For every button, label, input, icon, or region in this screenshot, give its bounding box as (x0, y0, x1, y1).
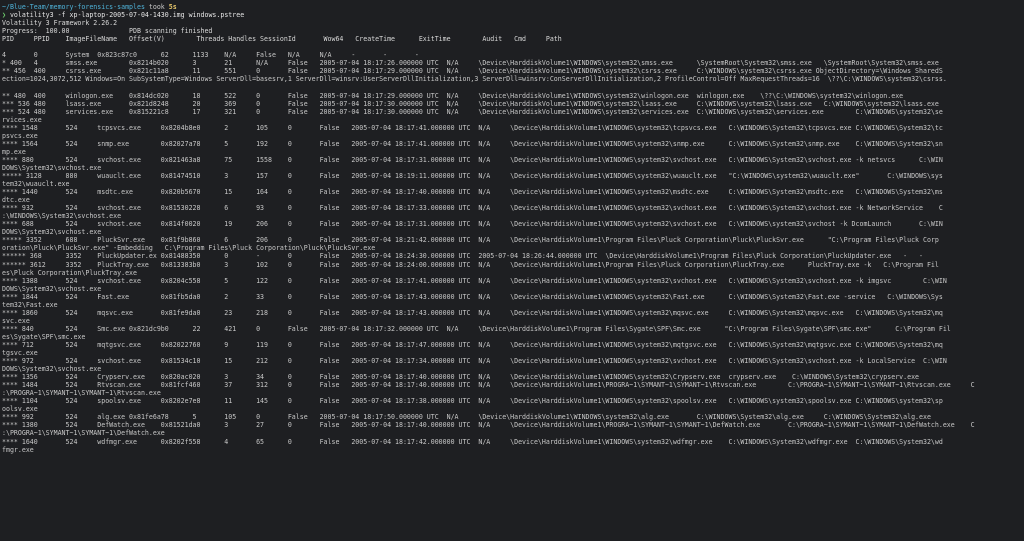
output-line: *** 524 480 services.exe 0x815221c8 17 3… (2, 107, 943, 116)
output-line: rvices.exe (2, 115, 42, 124)
output-line: **** 1640 524 wdfmgr.exe 0x8202f558 4 65… (2, 437, 943, 446)
output-line: **** 1548 524 tcpsvcs.exe 0x8204b8e0 2 1… (2, 123, 943, 132)
output-line: ****** 368 3352 PluckUpdater.ex 0x814883… (2, 252, 923, 261)
output-line: :\PROGRA~1\SYMANT~1\SYMANT~1\Rtvscan.exe (2, 389, 161, 398)
output-line: DOWS\System32\svchost.exe (2, 228, 102, 237)
output-line: tgsvc.exe (2, 349, 38, 358)
output-line: **** 972 524 svchost.exe 0x81534c10 15 2… (2, 357, 947, 366)
output-line: *** 536 480 lsass.exe 0x821d8248 20 369 … (2, 99, 939, 108)
output-line: ****** 3612 3352 PluckTray.exe 0x813383b… (2, 260, 939, 269)
table-header: PID PPID ImageFileName Offset(V) Threads… (2, 35, 562, 44)
output-line: **** 688 524 svchost.exe 0x814f0020 19 2… (2, 220, 943, 229)
prompt-duration: 5s (168, 3, 177, 11)
output-line: es\Sygate\SPF\smc.exe (2, 332, 86, 341)
output-line: **** 840 524 Smc.exe 0x821dc9b0 22 421 0… (2, 324, 951, 333)
output-line: DOWS\System32\svchost.exe (2, 163, 102, 172)
output-line: **** 992 524 alg.exe 0x81fe6a78 5 105 0 … (2, 413, 931, 422)
output-line: **** 1860 524 mqsvc.exe 0x81fe9da0 23 21… (2, 308, 943, 317)
prompt-path: ~/Blue-Team/memory-forensics-samples (2, 3, 145, 11)
output-line: ***** 3352 688 PluckSvr.exe 0x81f9b860 6… (2, 236, 939, 245)
output-line: **** 1380 524 DefWatch.exe 0x81521da0 3 … (2, 421, 975, 430)
output-line: Volatility 3 Framework 2.26.2 (2, 19, 118, 28)
prompt-took-label: took (144, 3, 169, 11)
output-line: **** 1484 524 Rtvscan.exe 0x81fcf460 37 … (2, 381, 975, 390)
output-line: tem32\Fast.exe (2, 300, 58, 309)
output-line: **** 1440 524 msdtc.exe 0x820b5670 15 16… (2, 188, 943, 197)
terminal-window[interactable]: ~/Blue-Team/memory-forensics-samples too… (0, 0, 1024, 541)
prompt-arrow-icon: ❯ (2, 11, 10, 20)
output-line: Progress: 100.00 PDB scanning finished (2, 27, 213, 36)
output-line: **** 1844 524 Fast.exe 0x81fb5da0 2 33 0… (2, 292, 943, 301)
output-line: **** 1356 524 Crypserv.exe 0x820ac020 3 … (2, 373, 920, 382)
output-line: fmgr.exe (2, 445, 34, 454)
output-line: ection=1024,3072,512 Windows=On SubSyste… (2, 75, 947, 84)
output-line: psvcs.exe (2, 131, 38, 140)
prompt-line: ~/Blue-Team/memory-forensics-samples too… (2, 3, 1022, 11)
output-line: ** 456 400 csrss.exe 0x821c11a8 11 551 0… (2, 67, 943, 76)
output-line: :\WINDOWS\System32\svchost.exe (2, 212, 122, 221)
output-line: oration\Pluck\PluckSvr.exe" -Embedding C… (2, 244, 376, 253)
output-line: dtc.exe (2, 196, 30, 205)
output-line: oolsv.exe (2, 405, 38, 414)
output-line: * 400 4 smss.exe 0x8214b020 3 21 N/A Fal… (2, 59, 939, 68)
output-line: :\PROGRA~1\SYMANT~1\SYMANT~1\DefWatch.ex… (2, 429, 165, 438)
output-line: es\Pluck Corporation\PluckTray.exe (2, 268, 137, 277)
output-line: **** 880 524 svchost.exe 0x821463a8 75 1… (2, 155, 943, 164)
output-line: tem32\wuauclt.exe (2, 180, 70, 189)
output-line: mp.exe (2, 147, 26, 156)
output-line: **** 1104 524 spoolsv.exe 0x8202e7e8 11 … (2, 397, 943, 406)
output-line: ***** 3128 880 wuauclt.exe 0x81474510 3 … (2, 171, 943, 180)
output-line: **** 1388 524 svchost.exe 0x8204c558 5 1… (2, 276, 947, 285)
output-line: svc.exe (2, 316, 30, 325)
output-line: DOWS\System32\svchost.exe (2, 365, 102, 374)
output-line: **** 1564 524 snmp.exe 0x82027a78 5 192 … (2, 139, 943, 148)
command-line[interactable]: ❯ volatility3 -f xp-laptop-2005-07-04-14… (2, 11, 1022, 19)
output-line: 4 0 System 0x823c87c0 62 1133 N/A False … (2, 51, 419, 60)
output-line: **** 932 524 svchost.exe 0x81530228 6 93… (2, 204, 943, 213)
output-line: DOWS\System32\svchost.exe (2, 284, 102, 293)
output-line: ** 480 400 winlogon.exe 0x814dc020 18 52… (2, 91, 904, 100)
output-line: **** 712 524 mqtgsvc.exe 0x82022760 9 11… (2, 340, 943, 349)
terminal-output: Volatility 3 Framework 2.26.2 Progress: 1… (2, 19, 1022, 454)
command-text[interactable]: volatility3 -f xp-laptop-2005-07-04-1430… (10, 11, 244, 19)
